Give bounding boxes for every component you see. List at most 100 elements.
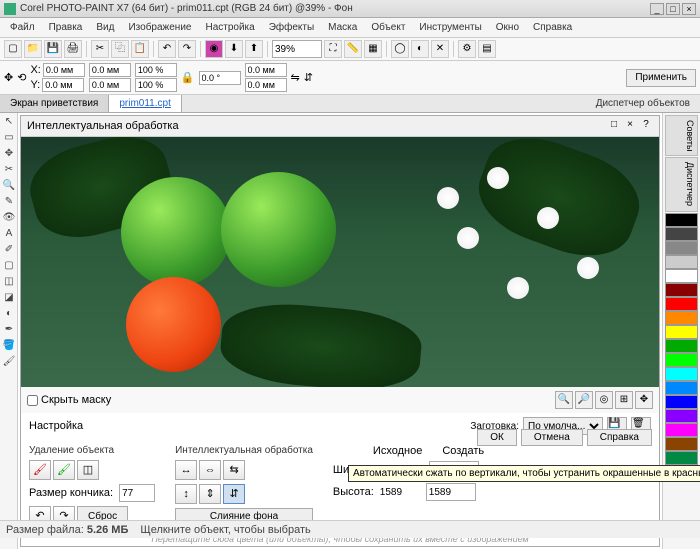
auto-h-icon[interactable]: ⇆: [223, 460, 245, 480]
copy-icon[interactable]: ⿻: [111, 40, 129, 58]
menu-help[interactable]: Справка: [527, 20, 578, 35]
menu-object[interactable]: Объект: [365, 20, 411, 35]
zoom-tool-icon[interactable]: 🔍: [2, 179, 16, 193]
menu-adjust[interactable]: Настройка: [199, 20, 260, 35]
menu-window[interactable]: Окно: [490, 20, 525, 35]
h-input[interactable]: [89, 78, 131, 92]
transparency-tool-icon[interactable]: ◐: [2, 307, 16, 321]
remove-brush-icon[interactable]: 🖌: [29, 460, 51, 480]
menu-mask[interactable]: Маска: [322, 20, 363, 35]
app-launcher-icon[interactable]: ▤: [478, 40, 496, 58]
new-icon[interactable]: ▢: [4, 40, 22, 58]
color-swatch[interactable]: [665, 381, 698, 395]
color-swatch[interactable]: [665, 311, 698, 325]
pick-tool-icon[interactable]: ↖: [2, 115, 16, 129]
path-tool-icon[interactable]: ✐: [2, 243, 16, 257]
objects-docker-tab[interactable]: Диспетчер: [665, 157, 698, 211]
color-swatch[interactable]: [665, 227, 698, 241]
zoom-out-icon[interactable]: 🔎: [575, 391, 593, 409]
invert-icon[interactable]: ◐: [411, 40, 429, 58]
paste-icon[interactable]: 📋: [131, 40, 149, 58]
menu-view[interactable]: Вид: [90, 20, 120, 35]
text-tool-icon[interactable]: A: [2, 227, 16, 241]
launcher-icon[interactable]: ◉: [205, 40, 223, 58]
close-button[interactable]: ×: [682, 3, 696, 15]
clone-tool-icon[interactable]: ✎: [2, 195, 16, 209]
color-swatch[interactable]: [665, 353, 698, 367]
contract-v-icon[interactable]: ↕: [175, 484, 197, 504]
zoom-input[interactable]: [272, 40, 322, 58]
flip-v-icon[interactable]: ⇵: [304, 71, 313, 84]
zoom-in-icon[interactable]: 🔍: [555, 391, 573, 409]
save-icon[interactable]: 💾: [44, 40, 62, 58]
undo-icon[interactable]: ↶: [158, 40, 176, 58]
preview-area[interactable]: [21, 137, 659, 387]
flip-h-icon[interactable]: ⇋: [291, 71, 300, 84]
dialog-close-icon[interactable]: ×: [623, 119, 637, 133]
color-swatch[interactable]: [665, 297, 698, 311]
color-swatch[interactable]: [665, 241, 698, 255]
minimize-button[interactable]: _: [650, 3, 664, 15]
options-icon[interactable]: ⚙: [458, 40, 476, 58]
crop-tool-icon[interactable]: ✂: [2, 163, 16, 177]
eraser-tool-icon[interactable]: ◫: [2, 275, 16, 289]
color-swatch[interactable]: [665, 409, 698, 423]
w-input[interactable]: [89, 63, 131, 77]
menu-edit[interactable]: Правка: [43, 20, 89, 35]
grid-icon[interactable]: ▦: [364, 40, 382, 58]
help-button[interactable]: Справка: [587, 429, 652, 446]
apply-button[interactable]: Применить: [626, 69, 696, 87]
zoom-100-icon[interactable]: ⊞: [615, 391, 633, 409]
zoom-fit-icon[interactable]: ◎: [595, 391, 613, 409]
export-icon[interactable]: ⬆: [245, 40, 263, 58]
maximize-button[interactable]: □: [666, 3, 680, 15]
color-swatch[interactable]: [665, 325, 698, 339]
preserve-brush-icon[interactable]: 🖌: [53, 460, 75, 480]
cancel-button[interactable]: Отмена: [521, 429, 583, 446]
color-swatch[interactable]: [665, 255, 698, 269]
import-icon[interactable]: ⬇: [225, 40, 243, 58]
auto-v-icon[interactable]: ⇵: [223, 484, 245, 504]
transform-icon[interactable]: ✥: [4, 71, 13, 84]
angle-input[interactable]: [199, 71, 241, 85]
docker-title[interactable]: Диспетчер объектов: [586, 95, 700, 112]
x-input[interactable]: [43, 63, 85, 77]
color-swatch[interactable]: [665, 367, 698, 381]
hide-mask-checkbox[interactable]: Скрыть маску: [27, 394, 111, 406]
mask-icon[interactable]: ◯: [391, 40, 409, 58]
dropshadow-tool-icon[interactable]: ◪: [2, 291, 16, 305]
color-swatch[interactable]: [665, 269, 698, 283]
sy-input[interactable]: [135, 78, 177, 92]
fullscreen-icon[interactable]: ⛶: [324, 40, 342, 58]
color-swatch[interactable]: [665, 437, 698, 451]
color-swatch[interactable]: [665, 213, 698, 227]
expand-h-icon[interactable]: ⇔: [199, 460, 221, 480]
open-icon[interactable]: 📁: [24, 40, 42, 58]
color-swatch[interactable]: [665, 451, 698, 465]
py-input[interactable]: [245, 78, 287, 92]
dialog-help-icon[interactable]: ?: [639, 119, 653, 133]
color-swatch[interactable]: [665, 283, 698, 297]
px-input[interactable]: [245, 63, 287, 77]
color-swatch[interactable]: [665, 395, 698, 409]
expand-v-icon[interactable]: ⇕: [199, 484, 221, 504]
hints-docker-tab[interactable]: Советы: [665, 115, 698, 156]
ok-button[interactable]: ОК: [477, 429, 517, 446]
brush-size-input[interactable]: [119, 484, 155, 502]
menu-file[interactable]: Файл: [4, 20, 41, 35]
mask-rect-tool-icon[interactable]: ▭: [2, 131, 16, 145]
rotate-icon[interactable]: ⟲: [17, 71, 26, 84]
paint-tool-icon[interactable]: 🖌: [2, 355, 16, 369]
color-swatch[interactable]: [665, 339, 698, 353]
menu-image[interactable]: Изображение: [122, 20, 197, 35]
lock-icon[interactable]: 🔒: [181, 71, 195, 84]
print-icon[interactable]: 🖨: [64, 40, 82, 58]
height-dest-input[interactable]: [426, 483, 476, 501]
eyedropper-tool-icon[interactable]: ✒: [2, 323, 16, 337]
pan-icon[interactable]: ✥: [635, 391, 653, 409]
redeye-tool-icon[interactable]: 👁: [2, 211, 16, 225]
y-input[interactable]: [42, 78, 84, 92]
fill-tool-icon[interactable]: 🪣: [2, 339, 16, 353]
sx-input[interactable]: [135, 63, 177, 77]
dialog-restore-icon[interactable]: □: [607, 119, 621, 133]
